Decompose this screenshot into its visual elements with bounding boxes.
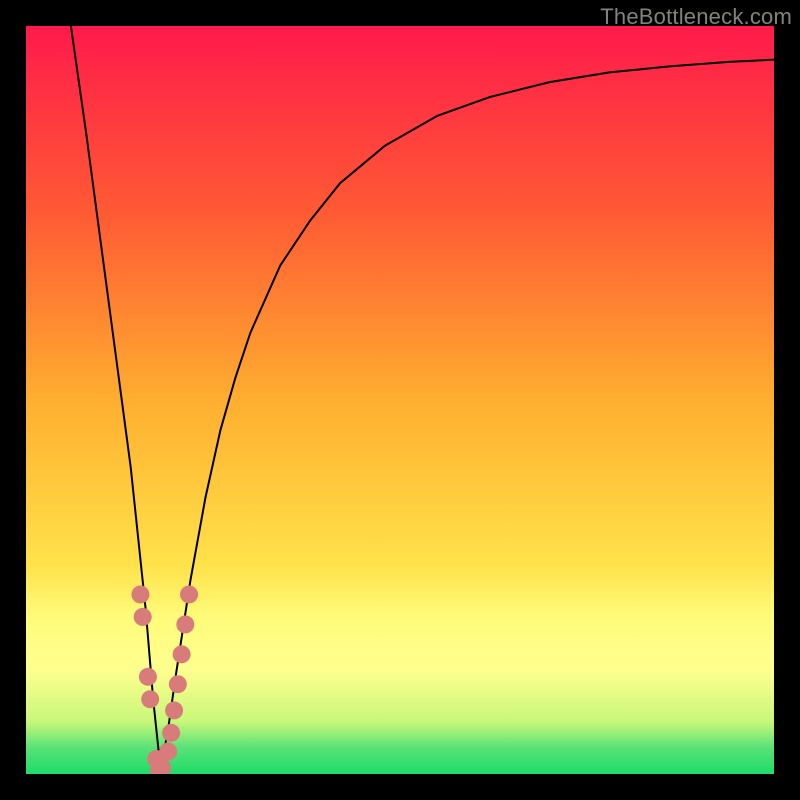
bottleneck-chart [26,26,774,774]
curve-marker [139,668,157,686]
curve-marker [131,585,149,603]
curve-marker [165,701,183,719]
curve-marker [159,743,177,761]
curve-marker [173,645,191,663]
curve-marker [176,615,194,633]
curve-marker [141,690,159,708]
curve-marker [134,608,152,626]
curve-marker [162,724,180,742]
chart-frame [26,26,774,774]
curve-marker [169,675,187,693]
curve-marker [180,585,198,603]
watermark-text: TheBottleneck.com [600,4,792,30]
